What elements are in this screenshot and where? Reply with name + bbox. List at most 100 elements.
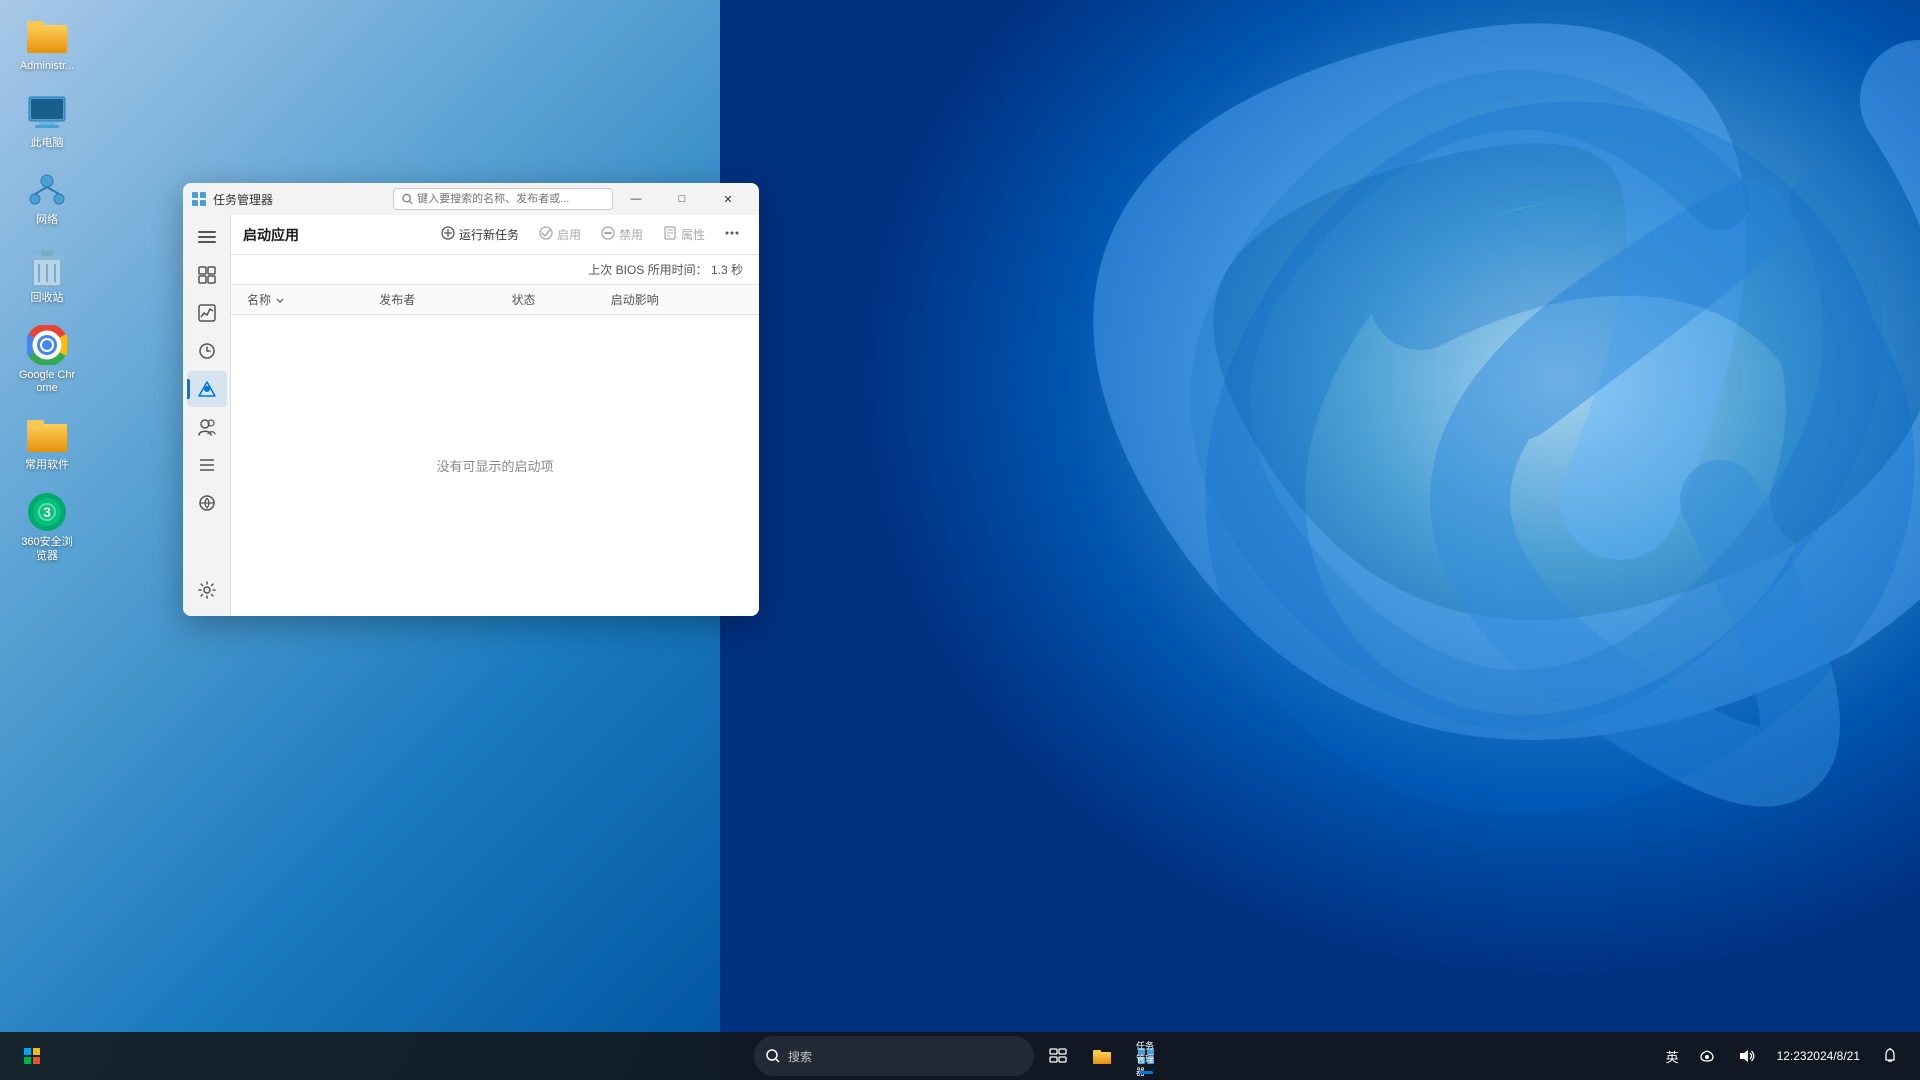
services-icon	[198, 494, 216, 512]
menu-icon	[198, 230, 216, 244]
col-header-impact[interactable]: 启动影响	[611, 291, 743, 308]
disable-icon	[601, 226, 615, 243]
sidebar-item-startup[interactable]	[187, 371, 227, 407]
toolbar-title: 启动应用	[243, 225, 425, 245]
desktop: Administr... 此电脑	[0, 0, 1920, 1080]
start-button[interactable]	[12, 1036, 52, 1076]
search-input[interactable]	[417, 193, 604, 205]
bios-time-row: 上次 BIOS 所用时间： 1.3 秒	[231, 255, 759, 285]
bios-time-value: 1.3 秒	[711, 261, 743, 278]
sidebar-item-services[interactable]	[187, 485, 227, 521]
performance-icon	[198, 304, 216, 322]
col-header-publisher[interactable]: 发布者	[379, 291, 511, 308]
desktop-icon-network[interactable]: 网络	[10, 164, 84, 233]
desktop-icon-360browser[interactable]: 3 360安全浏览器	[10, 486, 84, 568]
content-area: 上次 BIOS 所用时间： 1.3 秒 名称 发布者	[231, 255, 759, 616]
col-status-label: 状态	[512, 291, 536, 308]
processes-icon	[198, 266, 216, 284]
empty-message-text: 没有可显示的启动项	[436, 456, 553, 475]
notification-button[interactable]	[1872, 1036, 1908, 1076]
more-button[interactable]	[717, 222, 747, 247]
sidebar-item-menu[interactable]	[187, 219, 227, 255]
system-tray: 英	[1660, 1036, 1908, 1076]
sidebar-item-history[interactable]	[187, 333, 227, 369]
desktop-wallpaper	[720, 0, 1920, 1080]
taskbar: 搜索	[0, 1032, 1920, 1080]
sort-icon	[275, 295, 285, 305]
window-controls: — □ ✕	[613, 183, 751, 215]
sidebar-top	[187, 219, 227, 572]
disable-label: 禁用	[619, 226, 643, 243]
col-header-name[interactable]: 名称	[247, 291, 379, 308]
close-button[interactable]: ✕	[705, 183, 751, 215]
desktop-icon-this-pc[interactable]: 此电脑	[10, 87, 84, 156]
taskbar-task-manager-button[interactable]: 任务管理器	[1126, 1036, 1166, 1076]
desktop-icon-area: Administr... 此电脑	[0, 0, 94, 579]
col-publisher-label: 发布者	[379, 291, 415, 308]
window-body: 启动应用 运行新任务	[183, 215, 759, 616]
search-icon	[402, 193, 413, 205]
volume-tray-button[interactable]	[1729, 1036, 1765, 1076]
language-text: 英	[1666, 1047, 1679, 1066]
taskbar-right: 英	[1660, 1036, 1908, 1076]
task-manager-title-icon	[191, 191, 207, 207]
taskbar-search-icon	[766, 1049, 780, 1063]
taskbar-task-view-button[interactable]	[1038, 1036, 1078, 1076]
startup-icon	[198, 380, 216, 398]
sidebar-item-performance[interactable]	[187, 295, 227, 331]
col-header-status[interactable]: 状态	[512, 291, 611, 308]
enable-button[interactable]: 启用	[531, 222, 589, 247]
pc-icon	[27, 93, 67, 133]
desktop-icon-chrome[interactable]: Google Chrome	[10, 319, 84, 401]
task-view-icon	[1049, 1048, 1067, 1064]
users-icon	[198, 418, 216, 436]
toolbar-actions: 运行新任务 启用	[433, 222, 747, 247]
desktop-icon-common-software-label: 常用软件	[25, 459, 69, 472]
sidebar-item-settings[interactable]	[187, 572, 227, 608]
maximize-button[interactable]: □	[659, 183, 705, 215]
notification-icon	[1883, 1048, 1897, 1064]
run-new-task-button[interactable]: 运行新任务	[433, 222, 527, 247]
window-search-box[interactable]	[393, 188, 613, 210]
desktop-icon-common-software[interactable]: 常用软件	[10, 409, 84, 478]
desktop-icon-360browser-label: 360安全浏览器	[16, 536, 78, 562]
empty-message: 没有可显示的启动项	[231, 315, 759, 616]
enable-label: 启用	[557, 226, 581, 243]
toolbar: 启动应用 运行新任务	[231, 215, 759, 255]
history-icon	[198, 342, 216, 360]
disable-button[interactable]: 禁用	[593, 222, 651, 247]
clock-date: 2024/8/21	[1807, 1048, 1860, 1065]
minimize-button[interactable]: —	[613, 183, 659, 215]
settings-icon	[198, 581, 216, 599]
enable-icon	[539, 226, 553, 243]
common-software-icon	[27, 415, 67, 455]
browser360-icon: 3	[27, 492, 67, 532]
properties-label: 属性	[681, 226, 705, 243]
clock-time: 12:23	[1777, 1048, 1807, 1065]
window-titlebar: 任务管理器 — □ ✕	[183, 183, 759, 215]
taskbar-file-explorer-button[interactable]	[1082, 1036, 1122, 1076]
window-title-text: 任务管理器	[213, 191, 273, 208]
desktop-icon-administrator[interactable]: Administr...	[10, 10, 84, 79]
properties-button[interactable]: 属性	[655, 222, 713, 247]
clock[interactable]: 12:23 2024/8/21	[1769, 1036, 1868, 1076]
taskbar-search-button[interactable]: 搜索	[754, 1036, 1034, 1076]
desktop-icon-recycle-bin[interactable]: 回收站	[10, 242, 84, 311]
window-title-area: 任务管理器	[191, 191, 393, 208]
network-tray-button[interactable]	[1689, 1036, 1725, 1076]
taskbar-search-placeholder: 搜索	[788, 1048, 812, 1065]
sidebar-item-details[interactable]	[187, 447, 227, 483]
task-manager-window: 任务管理器 — □ ✕	[183, 183, 759, 616]
more-icon	[725, 226, 739, 243]
properties-icon	[663, 226, 677, 243]
desktop-icon-recycle-bin-label: 回收站	[31, 292, 64, 305]
volume-tray-icon	[1739, 1049, 1755, 1063]
column-headers: 名称 发布者 状态 启动影响	[231, 285, 759, 315]
details-icon	[198, 456, 216, 474]
sidebar-item-processes[interactable]	[187, 257, 227, 293]
language-indicator[interactable]: 英	[1660, 1036, 1685, 1076]
desktop-icon-chrome-label: Google Chrome	[16, 369, 78, 395]
chrome-icon	[27, 325, 67, 365]
sidebar-item-users[interactable]	[187, 409, 227, 445]
col-name-label: 名称	[247, 291, 271, 308]
